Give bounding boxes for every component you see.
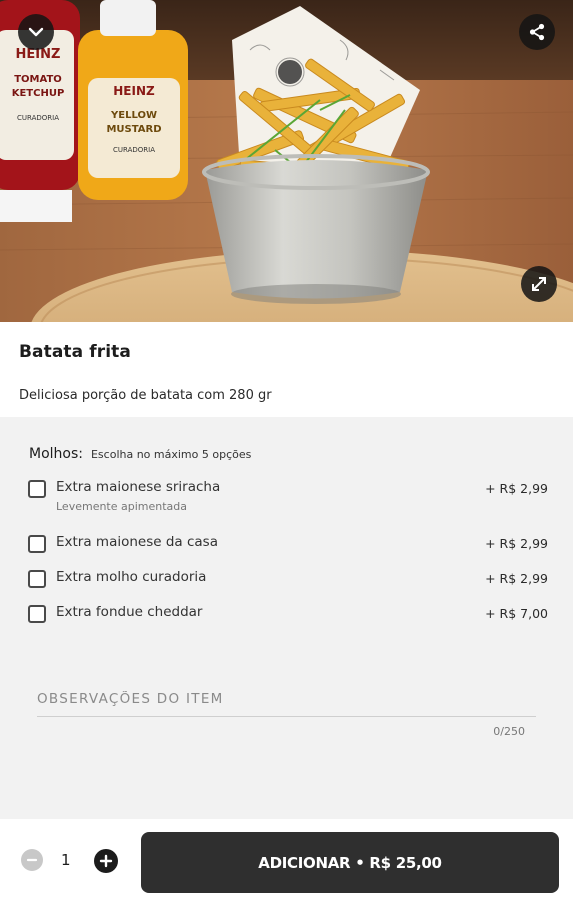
expand-icon bbox=[532, 277, 546, 291]
add-to-cart-bar: 1 ADICIONAR • R$ 25,00 bbox=[0, 819, 573, 900]
option-price: + R$ 7,00 bbox=[485, 606, 548, 621]
option-price: + R$ 2,99 bbox=[485, 481, 548, 496]
quantity-value: 1 bbox=[61, 851, 71, 869]
options-section: Molhos: Escolha no máximo 5 opções Extra… bbox=[0, 417, 573, 819]
option-price: + R$ 2,99 bbox=[485, 536, 548, 551]
option-checkbox[interactable] bbox=[28, 570, 46, 588]
option-extra-molho-curadoria[interactable]: Extra molho curadoria + R$ 2,99 bbox=[28, 569, 548, 588]
plus-circle-icon bbox=[99, 854, 113, 868]
option-checkbox[interactable] bbox=[28, 535, 46, 553]
product-description: Deliciosa porção de batata com 280 gr bbox=[19, 388, 272, 403]
back-button[interactable] bbox=[18, 14, 54, 50]
quantity-decrease-button[interactable] bbox=[21, 849, 43, 871]
notes-char-counter: 0/250 bbox=[493, 725, 525, 738]
minus-circle-icon bbox=[26, 858, 38, 862]
option-extra-maionese-sriracha[interactable]: Extra maionese sriracha Levemente apimen… bbox=[28, 479, 548, 513]
item-notes-input[interactable] bbox=[37, 689, 536, 717]
chevron-down-icon bbox=[28, 27, 44, 37]
item-notes: 0/250 bbox=[37, 688, 536, 738]
option-price: + R$ 2,99 bbox=[485, 571, 548, 586]
svg-text:MUSTARD: MUSTARD bbox=[106, 124, 161, 135]
product-info: Batata frita Deliciosa porção de batata … bbox=[0, 322, 573, 417]
option-label: Extra molho curadoria bbox=[56, 569, 207, 585]
options-group-title: Molhos: bbox=[29, 446, 83, 462]
option-extra-fondue-cheddar[interactable]: Extra fondue cheddar + R$ 7,00 bbox=[28, 604, 548, 623]
option-extra-maionese-da-casa[interactable]: Extra maionese da casa + R$ 2,99 bbox=[28, 534, 548, 553]
option-checkbox[interactable] bbox=[28, 605, 46, 623]
add-to-cart-button[interactable]: ADICIONAR • R$ 25,00 bbox=[141, 832, 559, 893]
product-photo: HEINZ TOMATO KETCHUP CURADORIA HEINZ YEL… bbox=[0, 0, 573, 322]
svg-text:TOMATO: TOMATO bbox=[14, 74, 62, 85]
options-group-subtitle: Escolha no máximo 5 opções bbox=[90, 448, 252, 461]
svg-text:YELLOW: YELLOW bbox=[110, 110, 157, 121]
expand-image-button[interactable] bbox=[521, 266, 557, 302]
option-checkbox[interactable] bbox=[28, 480, 46, 498]
option-label: Extra maionese da casa bbox=[56, 534, 218, 550]
mustard-label: HEINZ bbox=[113, 84, 155, 98]
option-label: Extra fondue cheddar bbox=[56, 604, 203, 620]
share-button[interactable] bbox=[519, 14, 555, 50]
svg-text:CURADORIA: CURADORIA bbox=[113, 146, 155, 154]
share-icon bbox=[529, 23, 545, 41]
option-label: Extra maionese sriracha bbox=[56, 479, 221, 495]
svg-text:KETCHUP: KETCHUP bbox=[12, 88, 65, 99]
option-note: Levemente apimentada bbox=[56, 500, 188, 513]
quantity-increase-button[interactable] bbox=[94, 849, 118, 873]
options-group-header: Molhos: Escolha no máximo 5 opções bbox=[29, 446, 251, 462]
product-name: Batata frita bbox=[19, 342, 131, 362]
svg-text:CURADORIA: CURADORIA bbox=[17, 114, 59, 122]
product-hero-image: HEINZ TOMATO KETCHUP CURADORIA HEINZ YEL… bbox=[0, 0, 573, 322]
